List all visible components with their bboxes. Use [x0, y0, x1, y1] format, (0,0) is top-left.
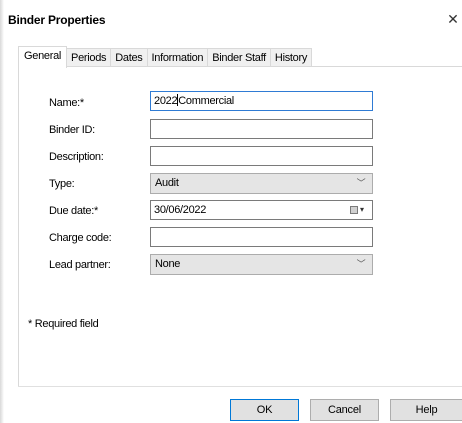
footer-divider — [18, 386, 462, 387]
type-label: Type: — [49, 178, 75, 190]
tab-periods[interactable]: Periods — [67, 48, 112, 67]
tab-general[interactable]: General — [18, 46, 68, 68]
close-icon[interactable]: ✕ — [445, 9, 461, 29]
tab-binder-staff[interactable]: Binder Staff — [208, 48, 271, 67]
due-date-label: Due date:* — [49, 205, 98, 217]
binder-properties-dialog: Binder Properties ✕ General Periods Date… — [0, 0, 462, 423]
binder-id-label: Binder ID: — [49, 124, 95, 136]
required-field-note: * Required field — [28, 318, 99, 330]
description-label: Description: — [49, 151, 104, 163]
name-value-part2: Commercial — [178, 95, 234, 107]
calendar-icon — [350, 206, 358, 214]
tab-dates[interactable]: Dates — [111, 48, 148, 67]
dialog-title: Binder Properties — [8, 13, 106, 27]
binder-id-input[interactable] — [150, 119, 373, 139]
window-edge-shadow — [0, 0, 4, 423]
charge-code-label: Charge code: — [49, 232, 112, 244]
lead-partner-dropdown[interactable]: None ﹀ — [150, 254, 373, 275]
tab-history[interactable]: History — [270, 48, 313, 67]
name-value-part1: 2022 — [154, 95, 178, 107]
description-input[interactable] — [150, 146, 373, 166]
tab-strip: General Periods Dates Information Binder… — [18, 46, 313, 68]
lead-partner-value: None — [155, 258, 181, 270]
cancel-button[interactable]: Cancel — [310, 399, 379, 421]
chevron-down-icon: ﹀ — [356, 259, 366, 269]
general-tab-panel: Name:* 2022Commercial Binder ID: Descrip… — [18, 66, 462, 387]
tab-information[interactable]: Information — [147, 48, 209, 67]
calendar-dropdown-button[interactable]: ▾ — [350, 204, 368, 216]
dropdown-arrow-icon: ▾ — [360, 205, 364, 214]
charge-code-input[interactable] — [150, 227, 373, 247]
name-label: Name:* — [49, 97, 84, 109]
type-value: Audit — [155, 177, 179, 189]
lead-partner-label: Lead partner: — [49, 259, 111, 271]
due-date-value: 30/06/2022 — [154, 204, 207, 216]
ok-button[interactable]: OK — [230, 399, 299, 421]
name-input[interactable]: 2022Commercial — [150, 91, 373, 111]
chevron-down-icon: ﹀ — [356, 178, 366, 188]
help-button[interactable]: Help — [390, 399, 462, 421]
due-date-input[interactable]: 30/06/2022 ▾ — [150, 200, 373, 220]
type-dropdown[interactable]: Audit ﹀ — [150, 173, 373, 194]
